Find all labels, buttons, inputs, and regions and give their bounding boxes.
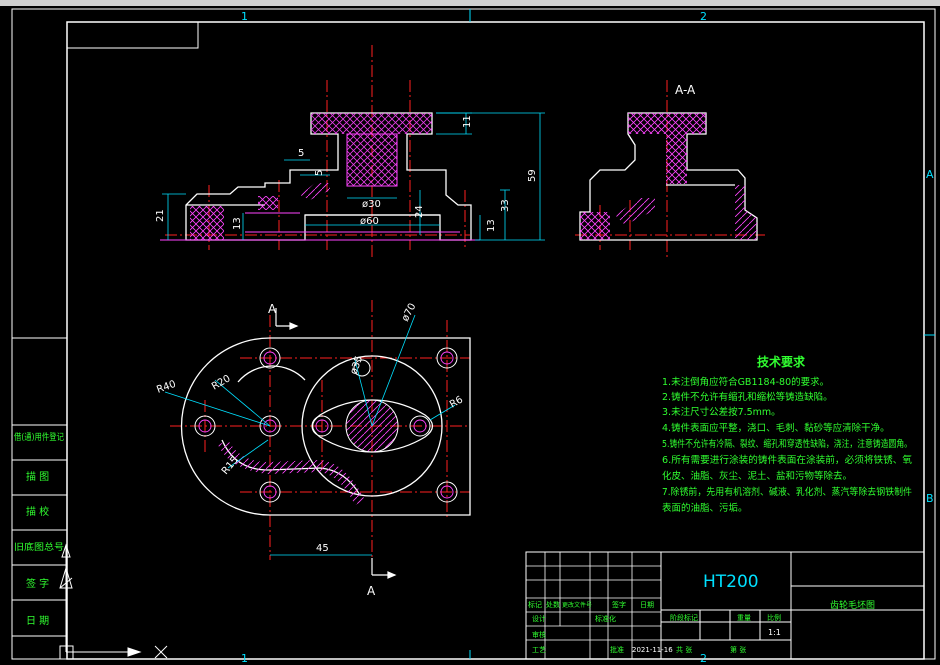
part-name: 齿轮毛坯图 [830,599,875,611]
tech-line-6: 6.所有需要进行涂装的铸件表面在涂装前，必须将铁锈、氧 [662,454,912,466]
tech-title: 技术要求 [757,354,806,369]
material-label: HT200 [703,572,759,592]
technical-requirements: 技术要求 1.未注倒角应符合GB1184-80的要求。 2.铸件不允许有缩孔和缩… [662,354,912,514]
scale-value: 1:1 [768,628,781,637]
strip-label-2: 描 图 [26,470,49,483]
dim-45: 45 [316,543,329,554]
row-label-mark: 标记 [528,600,542,609]
sheet-number: 第 张 [730,645,746,654]
section-mark-top: A [268,302,277,316]
approver-label: 批准 [610,645,624,654]
dim-59: 59 [527,169,538,182]
dim-24: 24 [414,205,425,218]
dim-11: 11 [462,115,473,128]
section-mark-bottom: A [367,584,376,598]
section-title: A-A [675,83,696,97]
tech-line-5: 5.铸件不允许有冷隔、裂纹、缩孔和穿透性缺陷，浇注，注意铸造圆角。 [662,438,912,450]
tech-line-8: 7.除锈前，先用有机溶剂、碱液、乳化剂、蒸汽等除去钢铁制件 [662,486,912,498]
section-view-a-a[interactable]: A-A [575,80,765,258]
strip-label-3: 描 校 [26,505,49,518]
strip-label-1: 借(通)用件登记 [14,431,64,443]
dim-5-b: 5 [314,170,325,176]
row-label-date: 日期 [640,601,654,609]
ucs-icon [59,543,168,660]
row-label-sign: 签字 [612,600,626,609]
sheet-total: 共 张 [676,645,692,654]
dim-dia30: ø30 [362,199,381,210]
zone-right-b: B [926,492,934,505]
left-strip-table [11,337,68,660]
dim-13-b: 13 [486,219,497,232]
zone-bottom-1: 1 [241,652,248,665]
tech-line-1: 1.未注倒角应符合GB1184-80的要求。 [662,376,829,388]
row-label-change: 更改文件号 [562,601,592,609]
std-label: 标准化 [595,614,616,623]
scale-label: 比例 [767,613,781,622]
dim-33: 33 [500,199,511,212]
zone-right-a: A [926,168,934,181]
drawing-date: 2021-11-16 [632,646,673,654]
strip-label-5: 签 字 [26,577,49,590]
tech-line-2: 2.铸件不允许有缩孔和缩松等铸造缺陷。 [662,391,833,403]
weight-label: 重量 [737,614,751,622]
dim-r6: R6 [448,394,465,410]
front-view[interactable]: 11 5 5 21 13 13 24 33 59 ø30 ø60 [155,45,545,258]
dim-r40: R40 [155,379,177,396]
tech-line-9: 表面的油脂、污垢。 [662,502,748,514]
top-toolbar-strip [0,0,940,6]
cad-drawing-canvas[interactable]: 1 2 1 2 A B 11 5 5 21 13 13 24 33 59 ø30… [0,0,940,665]
checker-label: 审核 [532,630,546,639]
designer-label: 设计 [532,614,546,623]
stage-label: 阶段标记 [670,613,698,622]
drawing-code-box [66,21,199,49]
outer-frame [11,8,936,660]
tech-line-3: 3.未注尺寸公差按7.5mm。 [662,406,781,418]
top-view[interactable]: R40 R20 R15 ø35 ø70 R6 45 A A [155,300,471,598]
row-label-count: 处数 [546,600,560,609]
zone-ticks [469,9,935,659]
dim-dia70: ø70 [400,302,419,324]
dim-r20: R20 [210,373,233,392]
strip-label-4: 旧底图总号 [14,541,64,553]
tech-line-4: 4.铸件表面应平整，浇口、毛刺、黏砂等应清除干净。 [662,422,890,434]
zone-top-2: 2 [700,10,707,23]
tech-line-7: 化皮、油脂、灰尘、泥土、盐和污物等除去。 [662,470,852,482]
dim-13-a: 13 [232,217,243,230]
inner-frame [66,21,925,660]
strip-label-6: 日 期 [26,615,49,627]
dim-5-a: 5 [298,148,304,159]
dim-dia60: ø60 [360,216,379,227]
dim-21: 21 [155,209,166,222]
process-label: 工艺 [532,646,546,654]
zone-top-1: 1 [241,10,248,23]
